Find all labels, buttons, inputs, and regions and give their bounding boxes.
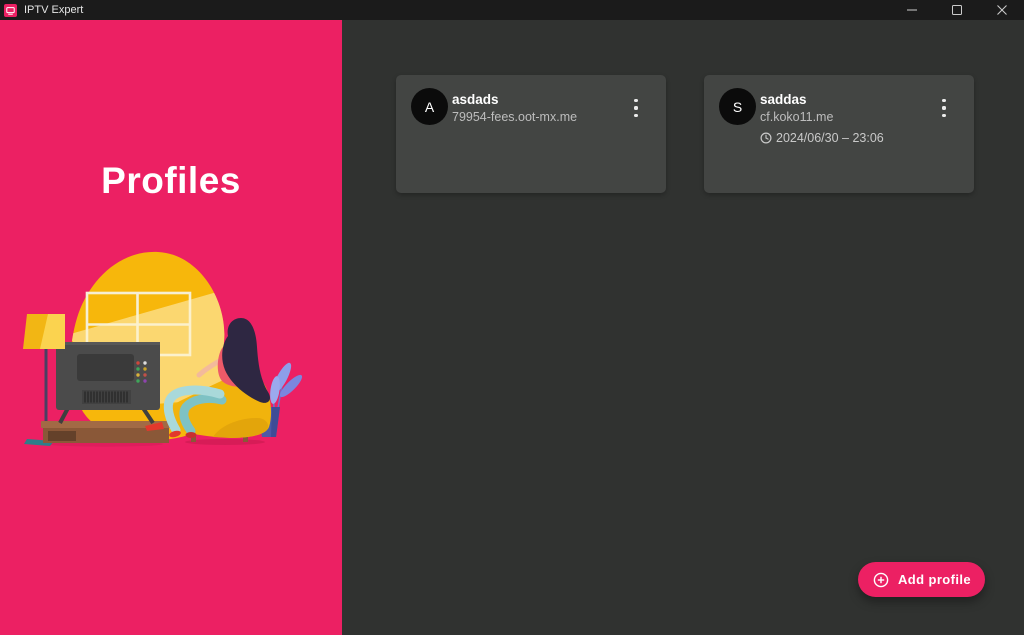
kebab-menu-button[interactable] bbox=[630, 99, 642, 117]
profile-card[interactable]: S saddas cf.koko11.me 2024/06/30 – 23:06 bbox=[704, 75, 974, 193]
last-played-text: 2024/06/30 – 23:06 bbox=[776, 131, 884, 145]
kebab-dot bbox=[942, 99, 945, 102]
page-title: Profiles bbox=[0, 160, 342, 202]
add-profile-label: Add profile bbox=[898, 572, 971, 587]
plus-circle-icon bbox=[873, 572, 889, 588]
maximize-button[interactable] bbox=[934, 0, 979, 20]
profile-url: cf.koko11.me bbox=[760, 109, 884, 127]
profile-url: 79954-fees.oot-mx.me bbox=[452, 109, 577, 127]
close-icon bbox=[997, 5, 1007, 15]
close-button[interactable] bbox=[979, 0, 1024, 20]
window-title: IPTV Expert bbox=[24, 4, 889, 16]
profiles-illustration bbox=[10, 230, 332, 470]
kebab-dot bbox=[634, 99, 637, 102]
titlebar: IPTV Expert bbox=[0, 0, 1024, 20]
last-played-row: 2024/06/30 – 23:06 bbox=[760, 131, 884, 145]
profile-name: asdads bbox=[452, 92, 577, 109]
sidebar: Profiles bbox=[0, 20, 342, 635]
kebab-dot bbox=[942, 114, 945, 117]
maximize-icon bbox=[952, 5, 962, 15]
kebab-dot bbox=[942, 106, 945, 109]
kebab-dot bbox=[634, 106, 637, 109]
app-tv-icon bbox=[4, 4, 17, 17]
profile-card[interactable]: A asdads 79954-fees.oot-mx.me bbox=[396, 75, 666, 193]
kebab-menu-button[interactable] bbox=[938, 99, 950, 117]
minimize-button[interactable] bbox=[889, 0, 934, 20]
minimize-icon bbox=[907, 5, 917, 15]
kebab-dot bbox=[634, 114, 637, 117]
avatar: S bbox=[719, 88, 756, 125]
app-window: IPTV Expert Profiles bbox=[0, 0, 1024, 635]
profile-name: saddas bbox=[760, 92, 884, 109]
clock-icon bbox=[760, 132, 772, 144]
profiles-list: A asdads 79954-fees.oot-mx.me S saddas c… bbox=[342, 20, 1024, 635]
add-profile-button[interactable]: Add profile bbox=[858, 562, 985, 597]
avatar: A bbox=[411, 88, 448, 125]
